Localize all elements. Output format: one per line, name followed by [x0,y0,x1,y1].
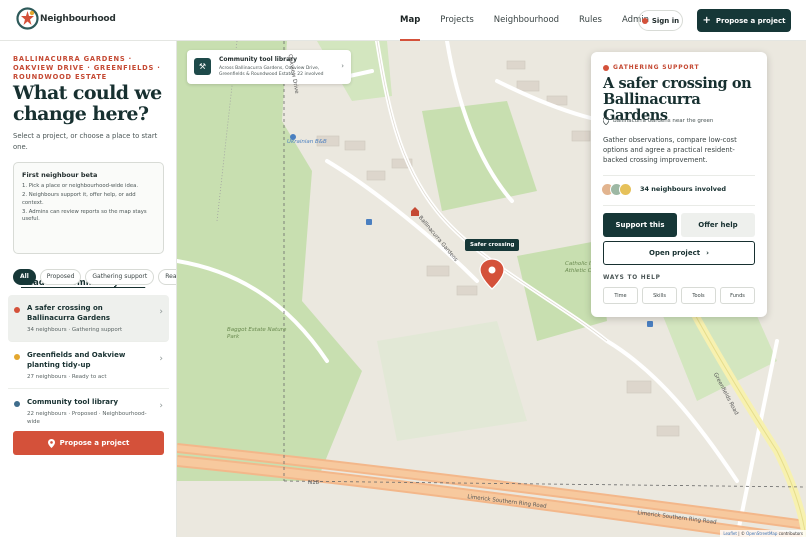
ways-to-help: Time Skills Tools Funds [603,287,755,304]
chevron-right-icon: › [341,62,344,70]
project-meta: 22 neighbours · Proposed · Neighbourhood… [27,411,147,425]
nav-projects[interactable]: Projects [430,0,484,41]
project-marker [479,258,505,290]
map-tooltip[interactable]: ⚒ Community tool library Across Ballinac… [187,50,351,84]
toolbox-icon: ⚒ [194,58,211,75]
sign-in-button[interactable]: Sign in [638,10,683,31]
chevron-right-icon: › [159,307,163,317]
filter-gathering-support[interactable]: Gathering support [85,269,155,285]
status-badge: GATHERING SUPPORT [603,64,699,71]
status-dot-icon [14,401,20,407]
chevron-right-icon: › [159,354,163,364]
status-dot-icon [641,17,648,24]
app-header: Neighbourhood Map Projects Neighbourhood… [0,0,806,41]
map-pin-icon [603,117,609,125]
detail-description: Gather observations, compare low-cost op… [603,136,737,165]
divider [603,205,755,206]
status-dot-icon [603,64,609,71]
project-detail-card: GATHERING SUPPORT A safer crossing on Ba… [591,52,767,317]
beta-info-box: First neighbour beta 1. Pick a place or … [13,162,164,254]
plus-icon: + [702,15,711,26]
main-nav: Map Projects Neighbourhood Rules Admin [390,0,659,41]
ways-to-help-title: WAYS TO HELP [603,275,661,281]
open-project-button[interactable]: Open project › [603,241,755,265]
poi-label-bb: Ukrainian B&B [287,139,327,145]
beta-step-text: Admins can review reports so the map sta… [22,208,147,223]
sign-in-label: Sign in [651,16,680,25]
project-title: Community tool library [27,398,119,406]
map-attribution: Leaflet | © OpenStreetMap contributors [720,530,806,537]
project-title: A safer crossing on Ballinacurra Gardens [27,304,110,322]
way-tools[interactable]: Tools [681,287,716,304]
beta-step-text: Pick a place or neighbourhood-wide idea. [28,183,139,189]
location-text: Ballinacurra Gardens near the green [613,118,714,124]
avatar-group [601,183,632,196]
nav-rules[interactable]: Rules [569,0,612,41]
status-label: GATHERING SUPPORT [613,64,700,71]
open-project-label: Open project [649,249,701,257]
list-item[interactable]: Community tool library 22 neighbours · P… [8,389,169,433]
marker-label: Safer crossing [465,239,520,251]
propose-project-label: Propose a project [59,439,130,447]
poi-label-park: Baggot Estate Nature Park [227,327,287,340]
logo-text: Neighbourhood [40,13,116,24]
status-dot-icon [14,354,20,360]
propose-project-sidebar-button[interactable]: Propose a project [13,431,164,455]
chevron-right-icon: › [706,249,709,257]
way-skills[interactable]: Skills [642,287,677,304]
offer-help-button[interactable]: Offer help [681,213,755,237]
street-label: N18 [308,480,320,486]
logo[interactable]: Neighbourhood [16,7,116,30]
filter-all[interactable]: All [13,269,36,285]
beta-steps: 1. Pick a place or neighbourhood-wide id… [22,183,157,225]
beta-step: 3. Admins can review reports so the map … [22,208,147,223]
nav-neighbourhood[interactable]: Neighbourhood [484,0,569,41]
project-title: Greenfields and Oakview planting tidy-up [27,351,126,369]
support-button[interactable]: Support this [603,213,677,237]
sidebar: BALLINACURRA GARDENS · OAKVIEW DRIVE · G… [0,41,177,537]
leaflet-link[interactable]: Leaflet [723,531,737,536]
beta-step: 1. Pick a place or neighbourhood-wide id… [22,183,139,189]
propose-project-label: Propose a project [715,16,786,25]
osm-link[interactable]: OpenStreetMap [746,531,777,536]
list-item[interactable]: Greenfields and Oakview planting tidy-up… [8,342,169,389]
project-meta: 34 neighbours · Gathering support [27,327,123,333]
page-intro: Select a project, or choose a place to s… [13,132,158,151]
attribution-suffix: contributors [778,531,803,536]
chevron-right-icon: › [159,401,163,411]
filter-chips: All Proposed Gathering support Ready [13,269,176,285]
status-dot-icon [14,307,20,313]
project-meta: 27 neighbours · Ready to act [27,374,107,380]
propose-project-button[interactable]: + Propose a project [697,9,791,32]
tooltip-title: Community tool library [219,56,298,63]
filter-proposed[interactable]: Proposed [39,269,82,285]
avatar [619,183,632,196]
filter-ready[interactable]: Ready [158,269,176,285]
project-list: A safer crossing on Ballinacurra Gardens… [8,295,169,433]
way-time[interactable]: Time [603,287,638,304]
breadcrumb: BALLINACURRA GARDENS · OAKVIEW DRIVE · G… [13,55,161,81]
logo-icon [16,7,39,30]
involved-count: 34 neighbours involved [640,185,727,193]
list-item[interactable]: A safer crossing on Ballinacurra Gardens… [8,295,169,342]
beta-step-text: Neighbours support it, offer help, or ad… [22,192,136,206]
nav-map[interactable]: Map [390,0,430,41]
detail-location: Ballinacurra Gardens near the green [603,117,713,125]
beta-step: 2. Neighbours support it, offer help, or… [22,192,136,206]
beta-title: First neighbour beta [22,171,98,179]
page-title: What could we change here? [13,82,162,125]
map-pin-icon [47,438,55,448]
divider [603,175,755,176]
tooltip-meta: Across Ballinacurra Gardens, Oakview Dri… [219,66,324,77]
way-funds[interactable]: Funds [720,287,755,304]
